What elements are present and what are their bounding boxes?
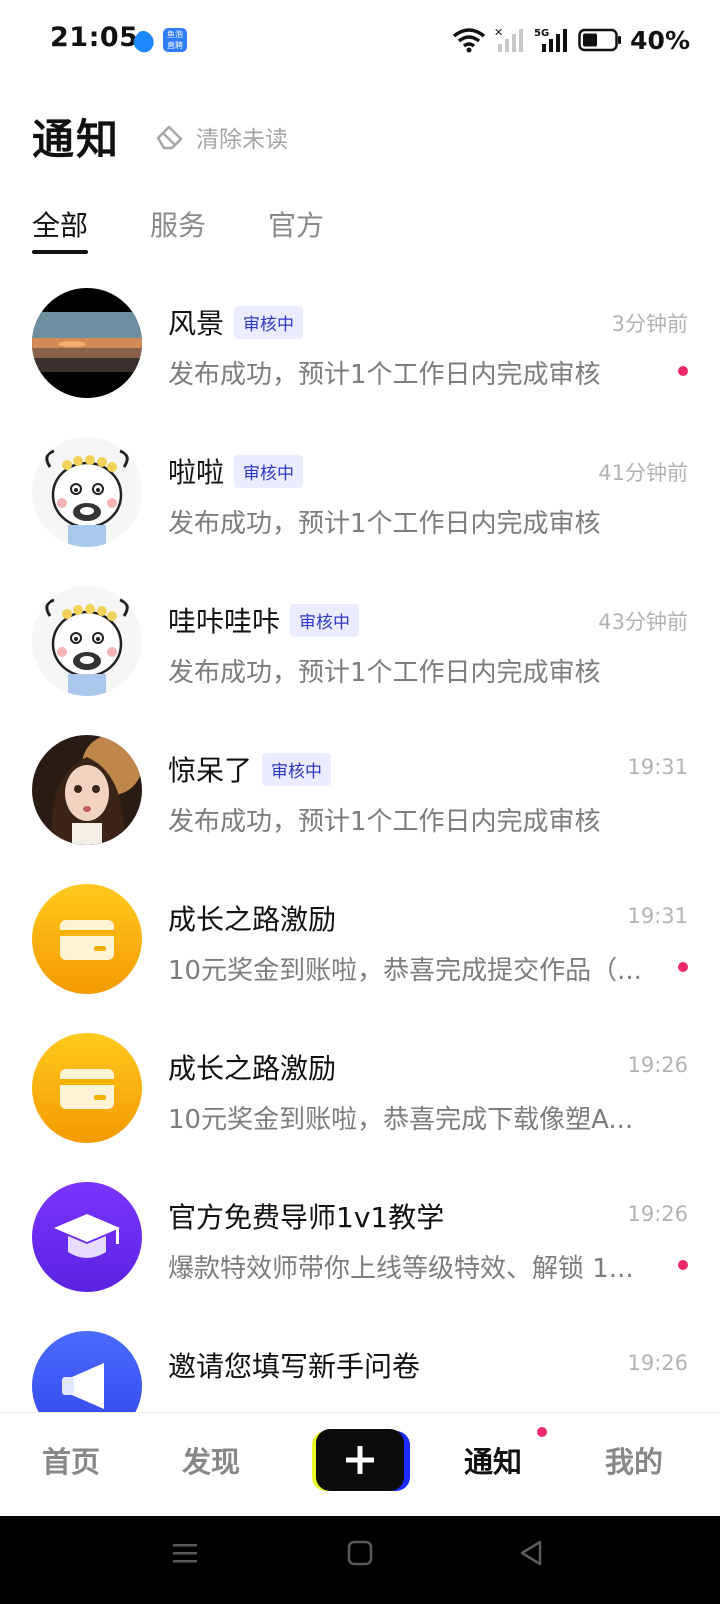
create-button[interactable]	[312, 1429, 410, 1493]
landscape-avatar	[32, 288, 142, 398]
status-time: 21:05	[50, 22, 139, 53]
nav-mine[interactable]: 我的	[605, 1439, 663, 1481]
notification-title: 惊呆了	[168, 754, 253, 787]
notification-desc: 发布成功，预计1个工作日内完成审核	[168, 360, 601, 390]
list-item[interactable]: 成长之路激励 19:31 10元奖金到账啦，恭喜完成提交作品（...	[0, 866, 720, 1015]
notification-desc: 爆款特效师带你上线等级特效、解锁 1...	[168, 1254, 634, 1284]
unread-dot	[678, 366, 688, 376]
notification-title: 邀请您填写新手问卷	[168, 1350, 421, 1383]
job-app-icon: 鱼泡 直聘	[163, 28, 187, 52]
notification-time: 19:26	[627, 1202, 688, 1226]
status-bar: 21:05 鱼泡 直聘 ✕ 5G 40%	[0, 0, 720, 82]
notification-time: 3分钟前	[611, 312, 688, 336]
cartoon-avatar	[32, 437, 142, 547]
wallet-icon	[60, 1069, 114, 1109]
notification-list: 风景 审核中 3分钟前 发布成功，预计1个工作日内完成审核 啦啦 审核中 41分…	[0, 270, 720, 1412]
unread-dot	[678, 962, 688, 972]
status-badge: 审核中	[234, 454, 304, 488]
notification-title: 哇咔哇咔	[168, 605, 281, 638]
notification-desc: 10元奖金到账啦，恭喜完成下载像塑A...	[168, 1105, 634, 1135]
page-title: 通知	[32, 115, 121, 164]
tutor-avatar	[32, 1182, 142, 1292]
survey-avatar	[32, 1331, 142, 1412]
tab-service[interactable]: 服务	[150, 204, 206, 254]
cartoon-avatar	[32, 586, 142, 696]
list-item[interactable]: 邀请您填写新手问卷 19:26	[0, 1313, 720, 1412]
list-item[interactable]: 惊呆了 审核中 19:31 发布成功，预计1个工作日内完成审核	[0, 717, 720, 866]
nav-unread-dot	[537, 1427, 547, 1437]
notification-title: 风景	[168, 307, 225, 340]
wallet-avatar	[32, 1033, 142, 1143]
battery-icon	[578, 28, 622, 52]
notification-time: 19:31	[627, 755, 688, 779]
signal-5g-icon: 5G	[534, 28, 568, 52]
svg-text:5G: 5G	[534, 28, 549, 39]
system-nav-bar	[0, 1516, 720, 1604]
menu-icon[interactable]	[170, 1538, 200, 1568]
status-badge: 审核中	[290, 603, 360, 637]
list-item[interactable]: 官方免费导师1v1教学 19:26 爆款特效师带你上线等级特效、解锁 1...	[0, 1164, 720, 1313]
plus-icon	[346, 1446, 374, 1474]
list-item[interactable]: 哇咔哇咔 审核中 43分钟前 发布成功，预计1个工作日内完成审核	[0, 568, 720, 717]
status-icons: ✕ 5G 40%	[452, 24, 690, 56]
graduation-cap-icon	[54, 1214, 120, 1258]
notification-desc: 发布成功，预计1个工作日内完成审核	[168, 807, 601, 837]
notification-time: 41分钟前	[598, 461, 688, 485]
nav-notifications[interactable]: 通知	[464, 1439, 522, 1481]
nav-discover[interactable]: 发现	[182, 1439, 240, 1481]
notification-tabs: 全部 服务 官方	[32, 204, 324, 254]
notification-desc: 发布成功，预计1个工作日内完成审核	[168, 509, 601, 539]
notification-time: 19:26	[627, 1053, 688, 1077]
home-icon[interactable]	[345, 1538, 375, 1568]
notification-desc: 发布成功，预计1个工作日内完成审核	[168, 658, 601, 688]
bottom-nav: 首页 发现 通知 我的	[0, 1412, 720, 1516]
svg-text:✕: ✕	[494, 26, 503, 39]
notification-time: 43分钟前	[598, 610, 688, 634]
clear-unread-label: 清除未读	[196, 127, 288, 153]
tab-official[interactable]: 官方	[268, 204, 324, 254]
wifi-icon	[453, 28, 486, 53]
portrait-avatar	[32, 735, 142, 845]
battery-percent: 40%	[630, 25, 690, 55]
nav-home[interactable]: 首页	[42, 1439, 100, 1481]
notification-desc: 10元奖金到账啦，恭喜完成提交作品（...	[168, 956, 642, 986]
notification-title: 成长之路激励	[168, 1052, 337, 1085]
megaphone-icon	[62, 1363, 104, 1409]
list-item[interactable]: 成长之路激励 19:26 10元奖金到账啦，恭喜完成下载像塑A...	[0, 1015, 720, 1164]
clear-unread-button[interactable]: 清除未读	[154, 120, 288, 154]
notification-title: 成长之路激励	[168, 903, 337, 936]
list-item[interactable]: 风景 审核中 3分钟前 发布成功，预计1个工作日内完成审核	[0, 270, 720, 419]
status-badge: 审核中	[262, 752, 332, 786]
notification-time: 19:26	[627, 1351, 688, 1375]
list-item[interactable]: 啦啦 审核中 41分钟前 发布成功，预计1个工作日内完成审核	[0, 419, 720, 568]
signal-1-icon: ✕	[494, 26, 524, 52]
notification-title: 官方免费导师1v1教学	[168, 1201, 445, 1234]
status-badge: 审核中	[234, 305, 304, 339]
eraser-icon	[156, 125, 183, 150]
wallet-avatar	[32, 884, 142, 994]
notification-time: 19:31	[627, 904, 688, 928]
notification-title: 啦啦	[168, 456, 225, 489]
back-icon[interactable]	[516, 1538, 546, 1568]
tab-all[interactable]: 全部	[32, 204, 89, 254]
wallet-icon	[60, 920, 114, 960]
unread-dot	[678, 1260, 688, 1270]
